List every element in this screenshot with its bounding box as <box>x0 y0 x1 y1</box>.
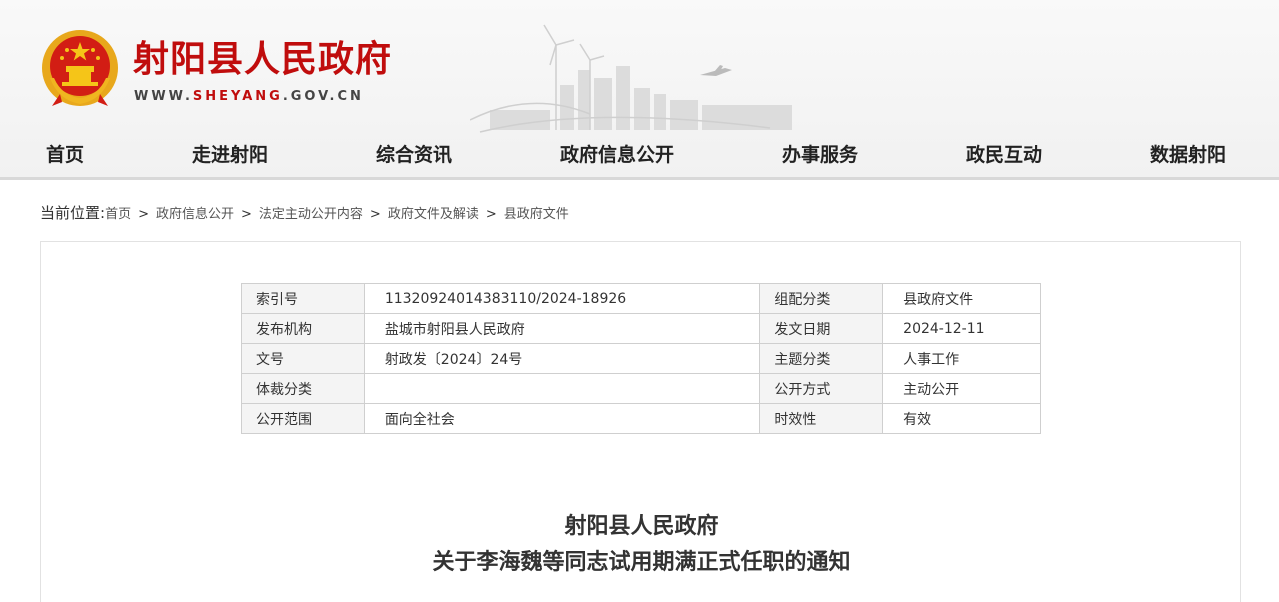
meta-key: 索引号 <box>241 283 365 314</box>
meta-key: 文号 <box>241 343 365 374</box>
breadcrumb-link-documents[interactable]: 政府文件及解读 <box>388 207 479 222</box>
url-prefix: WWW. <box>134 89 193 104</box>
meta-value <box>363 373 761 404</box>
url-domain: SHEYANG <box>192 89 283 104</box>
meta-value: 11320924014383110/2024-18926 <box>363 283 761 314</box>
breadcrumb-lead: 当前位置: <box>40 204 106 222</box>
nav-item-home[interactable]: 首页 <box>46 140 84 167</box>
meta-value: 盐城市射阳县人民政府 <box>363 313 761 344</box>
table-row: 公开范围 面向全社会 时效性 有效 <box>241 403 1041 434</box>
meta-key: 时效性 <box>759 403 884 434</box>
meta-key: 公开方式 <box>759 373 884 404</box>
nav-item-news[interactable]: 综合资讯 <box>376 140 452 167</box>
document-title-issuer: 射阳县人民政府 <box>564 513 719 539</box>
nav-item-interaction[interactable]: 政民互动 <box>966 140 1042 167</box>
document-metadata-table: 索引号 11320924014383110/2024-18926 组配分类 县政… <box>241 283 1041 434</box>
breadcrumb-link-statutory[interactable]: 法定主动公开内容 <box>259 207 363 222</box>
table-row: 发布机构 盐城市射阳县人民政府 发文日期 2024-12-11 <box>241 313 1041 344</box>
breadcrumb-link-home[interactable]: 首页 <box>105 207 131 222</box>
site-title[interactable]: 射阳县人民政府 <box>133 30 392 82</box>
table-row: 文号 射政发〔2024〕24号 主题分类 人事工作 <box>241 343 1041 374</box>
meta-value: 人事工作 <box>882 343 1041 374</box>
document-title: 关于李海魏等同志试用期满正式任职的通知 <box>432 549 851 575</box>
city-skyline-illustration <box>470 24 792 133</box>
meta-value: 有效 <box>882 403 1041 434</box>
nav-item-services[interactable]: 办事服务 <box>782 140 858 167</box>
nav-item-gov-info[interactable]: 政府信息公开 <box>560 140 674 167</box>
national-emblem-icon[interactable] <box>40 28 120 108</box>
table-row: 索引号 11320924014383110/2024-18926 组配分类 县政… <box>241 283 1041 314</box>
url-suffix: .GOV.CN <box>282 89 364 104</box>
breadcrumb-separator-icon: > <box>369 207 381 222</box>
main-nav: 首页 走进射阳 综合资讯 政府信息公开 办事服务 政民互动 数据射阳 <box>0 136 1279 176</box>
meta-key: 公开范围 <box>241 403 365 434</box>
article-panel: 索引号 11320924014383110/2024-18926 组配分类 县政… <box>40 241 1241 602</box>
breadcrumb-link-gov-info[interactable]: 政府信息公开 <box>156 207 234 222</box>
meta-value: 主动公开 <box>882 373 1041 404</box>
meta-key: 发布机构 <box>241 313 365 344</box>
nav-item-about[interactable]: 走进射阳 <box>192 140 268 167</box>
breadcrumb-separator-icon: > <box>241 207 252 222</box>
meta-key: 体裁分类 <box>241 373 365 404</box>
nav-item-data[interactable]: 数据射阳 <box>1150 140 1226 167</box>
meta-value: 射政发〔2024〕24号 <box>363 343 761 374</box>
meta-key: 组配分类 <box>759 283 884 314</box>
site-url: WWW.SHEYANG.GOV.CN <box>134 89 364 104</box>
meta-value: 2024-12-11 <box>882 313 1041 344</box>
meta-value: 面向全社会 <box>363 403 761 434</box>
meta-key: 主题分类 <box>759 343 884 374</box>
breadcrumb-link-county-docs[interactable]: 县政府文件 <box>504 207 569 222</box>
meta-key: 发文日期 <box>759 313 884 344</box>
table-row: 体裁分类 公开方式 主动公开 <box>241 373 1041 404</box>
site-header: 射阳县人民政府 WWW.SHEYANG.GOV.CN 首页 走进射阳 综合资讯 … <box>0 0 1279 180</box>
breadcrumb: 当前位置:首页 > 政府信息公开 > 法定主动公开内容 > 政府文件及解读 > 县政府文件 <box>40 202 569 223</box>
breadcrumb-separator-icon: > <box>485 207 497 222</box>
meta-value: 县政府文件 <box>882 283 1041 314</box>
breadcrumb-separator-icon: > <box>138 207 149 222</box>
